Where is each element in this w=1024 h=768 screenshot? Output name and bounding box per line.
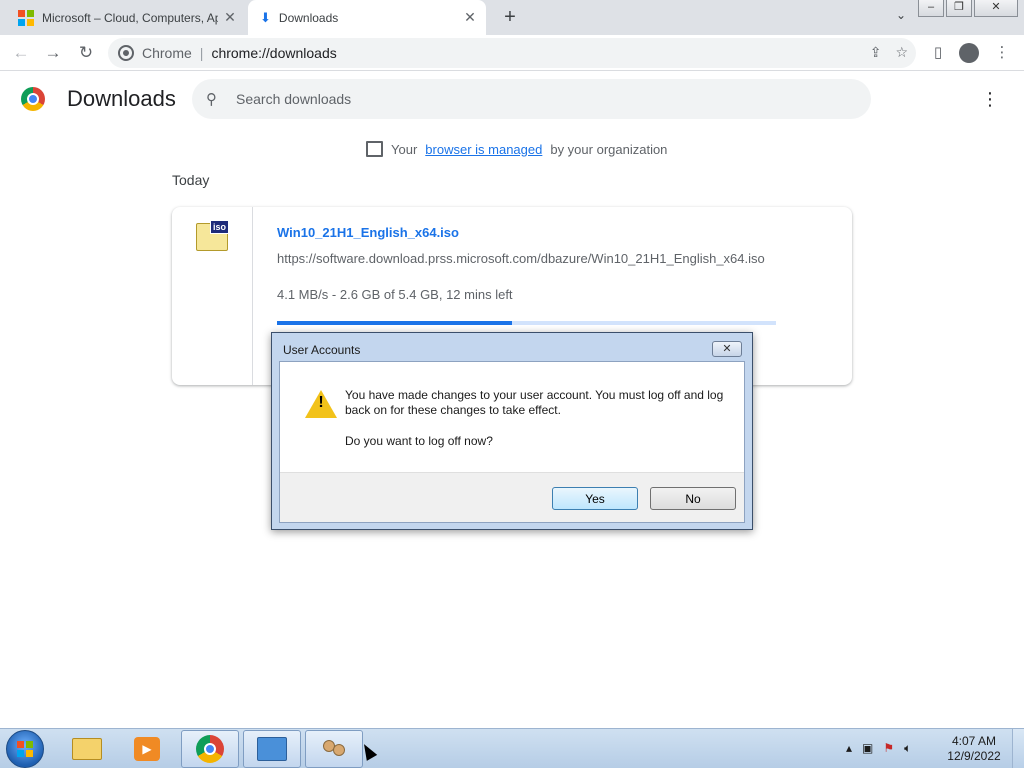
clock[interactable]: 4:07 AM 12/9/2022 bbox=[944, 734, 1004, 764]
clock-date: 12/9/2022 bbox=[947, 749, 1001, 763]
reload-button[interactable]: ↻ bbox=[74, 41, 98, 65]
taskbar-chrome[interactable] bbox=[181, 730, 239, 768]
iso-file-icon: iso bbox=[196, 220, 229, 251]
taskbar: ▶ ▴ ▣ ⚑ 🔈︎ 4:07 AM 12/9/2022 bbox=[0, 728, 1024, 768]
building-icon bbox=[366, 141, 383, 157]
taskbar-control-panel[interactable] bbox=[243, 730, 301, 768]
close-icon[interactable]: ✕ bbox=[458, 9, 482, 26]
dialog-close-button[interactable]: ✕ bbox=[712, 341, 742, 357]
file-name-link[interactable]: Win10_21H1_English_x64.iso bbox=[277, 225, 459, 240]
windows-logo-icon bbox=[17, 741, 33, 757]
clock-time: 4:07 AM bbox=[951, 734, 997, 748]
back-button[interactable]: ← bbox=[9, 41, 33, 65]
menu-kebab-icon[interactable]: ⋮ bbox=[990, 41, 1014, 65]
managed-notice: Your browser is managed by your organiza… bbox=[366, 141, 667, 157]
tab-title: Microsoft – Cloud, Computers, Ap bbox=[42, 10, 218, 25]
close-icon[interactable]: ✕ bbox=[218, 9, 242, 26]
managed-suffix: by your organization bbox=[550, 141, 668, 157]
taskbar-user-accounts[interactable] bbox=[305, 730, 363, 768]
folder-icon bbox=[72, 738, 102, 760]
taskbar-media-player[interactable]: ▶ bbox=[118, 730, 176, 768]
chrome-logo-icon bbox=[21, 87, 45, 111]
managed-prefix: Your bbox=[391, 141, 418, 157]
file-icon-label: iso bbox=[209, 220, 229, 234]
show-desktop-button[interactable] bbox=[1012, 729, 1024, 768]
chrome-icon bbox=[196, 735, 224, 763]
tab-strip: Microsoft – Cloud, Computers, Ap ✕ ⬇ Dow… bbox=[0, 0, 1024, 35]
omnibox-separator: | bbox=[199, 45, 204, 61]
search-input[interactable] bbox=[236, 91, 836, 107]
yes-button[interactable]: Yes bbox=[552, 487, 638, 510]
no-button[interactable]: No bbox=[650, 487, 736, 510]
forward-button[interactable]: → bbox=[41, 41, 65, 65]
microsoft-logo-icon bbox=[18, 9, 34, 26]
dialog-message: You have made changes to your user accou… bbox=[345, 388, 724, 417]
window-controls: – ❐ ✕ bbox=[916, 0, 1018, 17]
chevron-down-icon[interactable]: ⌄ bbox=[896, 8, 906, 22]
download-status: 4.1 MB/s - 2.6 GB of 5.4 GB, 12 mins lef… bbox=[277, 287, 513, 302]
tray-expand-icon[interactable]: ▴ bbox=[846, 741, 852, 756]
system-tray: ▴ ▣ ⚑ 🔈︎ bbox=[846, 741, 911, 756]
dialog-body: ! You have made changes to your user acc… bbox=[279, 361, 745, 523]
network-icon[interactable]: ▣ bbox=[862, 741, 873, 756]
tab-downloads[interactable]: ⬇ Downloads ✕ bbox=[248, 0, 486, 35]
address-bar[interactable]: Chrome | chrome://downloads ⇪ ☆ bbox=[108, 38, 916, 68]
toolbar: ← → ↻ Chrome | chrome://downloads ⇪ ☆ ▯ … bbox=[0, 35, 1024, 71]
download-progress-fill bbox=[277, 321, 512, 325]
search-icon: ⚲ bbox=[206, 91, 217, 108]
download-icon: ⬇ bbox=[260, 9, 271, 25]
share-icon[interactable]: ⇪ bbox=[870, 44, 882, 61]
more-actions-icon[interactable]: ⋮ bbox=[980, 88, 1000, 110]
restore-button[interactable]: ❐ bbox=[946, 0, 972, 17]
users-icon bbox=[319, 736, 349, 762]
taskbar-explorer[interactable] bbox=[58, 730, 116, 768]
tab-microsoft[interactable]: Microsoft – Cloud, Computers, Ap ✕ bbox=[8, 0, 246, 35]
volume-icon[interactable]: 🔈︎ bbox=[904, 741, 911, 756]
managed-link[interactable]: browser is managed bbox=[425, 142, 542, 157]
media-player-icon: ▶ bbox=[134, 737, 160, 761]
profile-button[interactable] bbox=[957, 41, 981, 65]
window-close-button[interactable]: ✕ bbox=[974, 0, 1018, 17]
chrome-site-icon bbox=[118, 45, 134, 61]
side-panel-icon[interactable]: ▯ bbox=[926, 41, 950, 65]
date-section-header: Today bbox=[172, 172, 210, 188]
action-center-icon[interactable]: ⚑ bbox=[883, 741, 894, 756]
bookmark-star-icon[interactable]: ☆ bbox=[895, 44, 908, 61]
omnibox-scheme: Chrome bbox=[142, 45, 192, 61]
start-button[interactable] bbox=[6, 730, 44, 768]
file-source-url[interactable]: https://software.download.prss.microsoft… bbox=[277, 251, 777, 266]
tab-title: Downloads bbox=[278, 10, 339, 25]
avatar-icon bbox=[959, 43, 979, 63]
dialog-question: Do you want to log off now? bbox=[345, 434, 493, 448]
omnibox-url[interactable]: chrome://downloads bbox=[211, 45, 336, 61]
user-accounts-dialog: User Accounts ✕ ! You have made changes … bbox=[271, 332, 753, 530]
new-tab-button[interactable]: + bbox=[498, 5, 522, 29]
minimize-button[interactable]: – bbox=[918, 0, 944, 17]
card-divider bbox=[252, 207, 253, 385]
page-title: Downloads bbox=[67, 86, 176, 111]
control-panel-icon bbox=[257, 737, 287, 761]
search-bar[interactable]: ⚲ bbox=[192, 79, 871, 119]
warning-exclamation: ! bbox=[318, 394, 324, 411]
dialog-title: User Accounts bbox=[283, 343, 361, 357]
download-progress-bar bbox=[277, 321, 776, 325]
